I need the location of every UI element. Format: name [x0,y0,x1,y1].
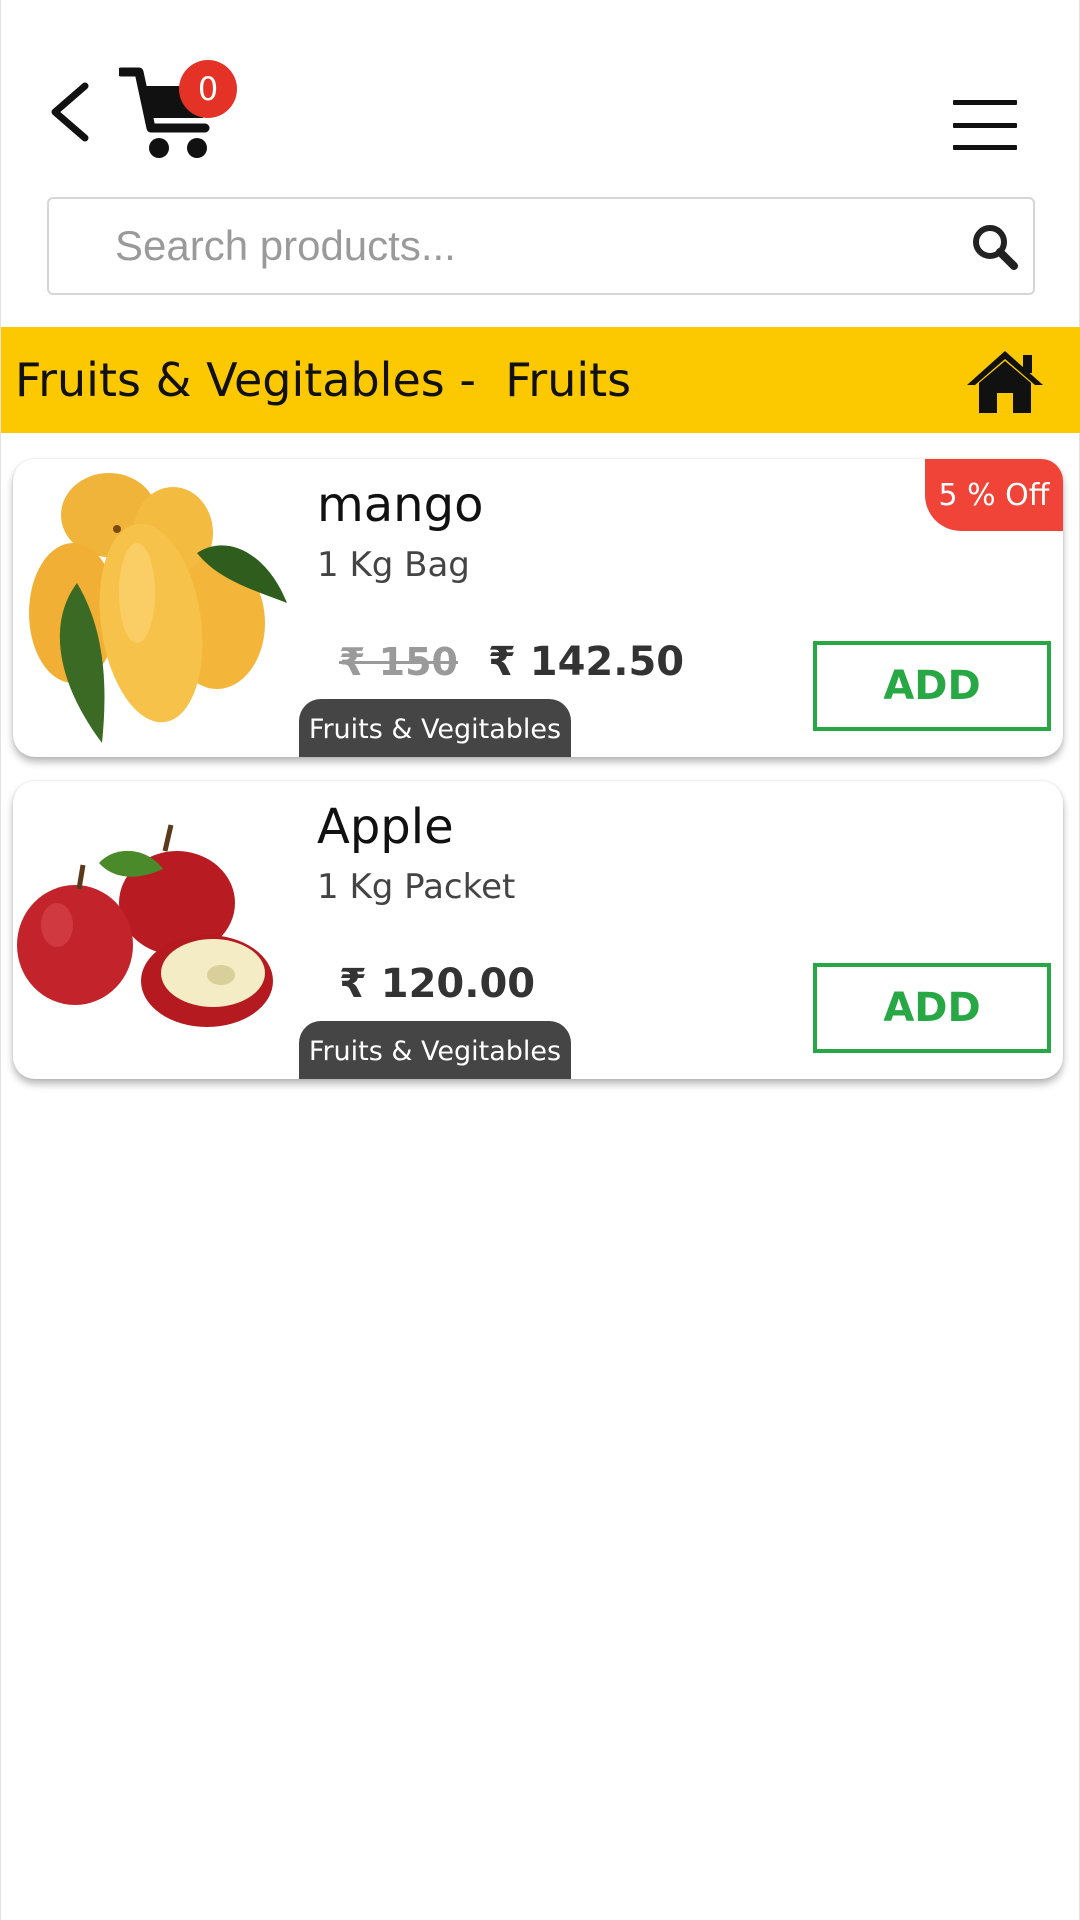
add-to-cart-button[interactable]: ADD [813,963,1051,1053]
price-row: ₹ 120.00 [339,961,535,1007]
product-card[interactable]: Apple 1 Kg Packet ₹ 120.00 Fruits & Vegi… [13,781,1063,1079]
cart-count-badge: 0 [179,60,237,118]
product-name: Apple [317,799,454,855]
hamburger-menu-icon [953,100,1017,105]
product-name: mango [317,477,484,533]
hamburger-line [953,145,1017,150]
hamburger-line [953,122,1017,128]
product-unit: 1 Kg Packet [317,867,516,907]
mango-image [17,463,293,753]
original-price: ₹ 150 [339,640,458,684]
back-arrow-icon [51,82,89,142]
hamburger-menu-button[interactable] [953,100,1017,150]
price-row: ₹ 150 ₹ 142.50 [339,639,684,685]
product-price: ₹ 142.50 [488,639,685,685]
discount-badge: 5 % Off [925,459,1063,531]
add-to-cart-button[interactable]: ADD [813,641,1051,731]
product-price: ₹ 120.00 [339,961,536,1007]
search-icon[interactable] [969,221,1021,273]
category-tag: Fruits & Vegitables [299,699,571,757]
category-header-bar: Fruits & Vegitables - Fruits [1,327,1080,433]
search-box [47,197,1035,295]
product-unit: 1 Kg Bag [317,545,470,585]
app-header: 0 [1,0,1080,180]
search-input[interactable] [115,199,915,293]
category-title: Fruits & Vegitables - Fruits [15,353,632,407]
category-tag: Fruits & Vegitables [299,1021,571,1079]
product-card[interactable]: mango 1 Kg Bag ₹ 150 ₹ 142.50 Fruits & V… [13,459,1063,757]
back-button[interactable] [41,76,97,148]
apple-image [17,785,293,1075]
home-icon[interactable] [965,347,1045,415]
